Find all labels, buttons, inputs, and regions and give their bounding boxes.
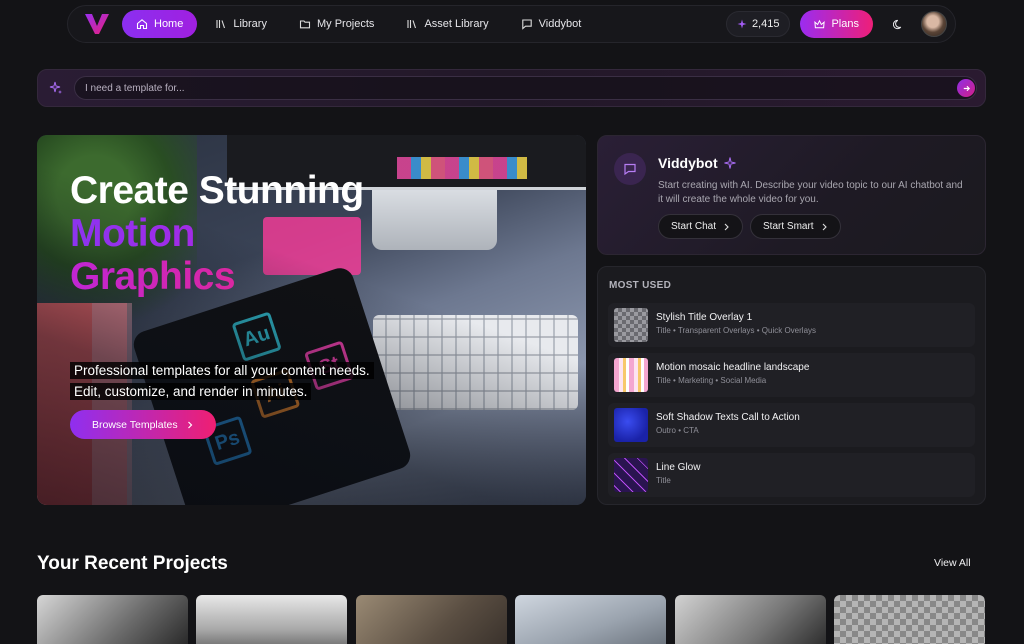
nav-asset-library-label: Asset Library	[424, 18, 489, 30]
recent-projects-title: Your Recent Projects	[37, 553, 228, 574]
most-used-panel: MOST USED Stylish Title Overlay 1 Title …	[597, 266, 986, 505]
nav-home-label: Home	[154, 18, 184, 30]
browse-templates-button[interactable]: Browse Templates	[70, 410, 216, 439]
template-name: Soft Shadow Texts Call to Action	[656, 412, 800, 423]
hero-description: Professional templates for all your cont…	[70, 360, 400, 402]
viddybot-description: Start creating with AI. Describe your vi…	[658, 180, 963, 205]
hero-banner: Au Ai St Ps Create Stunning Motion Graph…	[37, 135, 586, 505]
start-smart-button[interactable]: Start Smart	[750, 214, 841, 239]
project-card[interactable]	[675, 595, 826, 644]
viddybot-title: Viddybot	[658, 155, 736, 171]
nav-my-projects-label: My Projects	[316, 18, 375, 30]
theme-toggle[interactable]	[887, 13, 909, 35]
most-used-item[interactable]: Stylish Title Overlay 1 Title • Transpar…	[608, 303, 975, 347]
browse-templates-label: Browse Templates	[92, 418, 178, 431]
nav-library-label: Library	[233, 18, 267, 30]
chevron-right-icon	[724, 223, 729, 230]
logo-icon	[85, 14, 109, 34]
credits-count: 2,415	[751, 18, 780, 30]
template-tags: Title • Marketing • Social Media	[656, 376, 767, 385]
nav-asset-library[interactable]: Asset Library	[392, 10, 502, 38]
library-icon	[216, 20, 226, 29]
hero-title-line2: Motion	[70, 212, 364, 255]
most-used-heading: MOST USED	[609, 280, 672, 291]
most-used-item[interactable]: Line Glow Title	[608, 453, 975, 497]
folder-icon	[299, 20, 311, 29]
avatar[interactable]	[921, 11, 947, 37]
template-search-input[interactable]: I need a template for...	[74, 76, 977, 100]
nav-viddybot[interactable]: Viddybot	[507, 10, 596, 38]
view-all-link[interactable]: View All	[934, 557, 971, 569]
project-card[interactable]	[515, 595, 666, 644]
template-tags: Outro • CTA	[656, 426, 699, 435]
submit-prompt-button[interactable]	[957, 79, 975, 97]
sparkle-icon	[737, 19, 747, 29]
template-tags: Title	[656, 476, 671, 485]
viddybot-chat-icon	[614, 153, 646, 185]
most-used-item[interactable]: Motion mosaic headline landscape Title •…	[608, 353, 975, 397]
sparkle-icon	[46, 78, 66, 98]
plans-button[interactable]: Plans	[800, 10, 873, 38]
nav-my-projects[interactable]: My Projects	[285, 10, 388, 38]
ai-prompt-bar: I need a template for...	[37, 69, 986, 107]
most-used-item[interactable]: Soft Shadow Texts Call to Action Outro •…	[608, 403, 975, 447]
crown-icon	[814, 19, 826, 28]
hero-title-line3: Graphics	[70, 255, 364, 298]
hero-title: Create Stunning Motion Graphics	[70, 169, 364, 298]
template-search-placeholder: I need a template for...	[85, 82, 185, 94]
project-card[interactable]	[356, 595, 507, 644]
template-thumbnail	[614, 458, 648, 492]
plans-label: Plans	[831, 18, 859, 30]
template-thumbnail	[614, 308, 648, 342]
template-name: Line Glow	[656, 462, 701, 473]
viddybot-title-text: Viddybot	[658, 155, 718, 171]
template-thumbnail	[614, 408, 648, 442]
start-chat-label: Start Chat	[671, 221, 717, 232]
brand-logo[interactable]	[82, 9, 112, 39]
hero-title-line1: Create Stunning	[70, 169, 364, 212]
nav-viddybot-label: Viddybot	[538, 18, 582, 30]
project-card[interactable]	[37, 595, 188, 644]
hero-description-text: Professional templates for all your cont…	[70, 362, 374, 400]
project-card[interactable]	[196, 595, 347, 644]
sparkle-icon	[724, 157, 736, 169]
chevron-right-icon	[822, 223, 827, 230]
chat-icon	[521, 19, 532, 30]
home-icon	[136, 19, 148, 30]
top-nav: Home Library My Projects Asset Library V…	[67, 5, 956, 43]
nav-home[interactable]: Home	[122, 10, 198, 38]
nav-library[interactable]: Library	[201, 10, 281, 38]
template-tags: Title • Transparent Overlays • Quick Ove…	[656, 326, 817, 335]
template-name: Stylish Title Overlay 1	[656, 312, 753, 323]
template-name: Motion mosaic headline landscape	[656, 362, 810, 373]
viddybot-card: Viddybot Start creating with AI. Describ…	[597, 135, 986, 255]
arrow-right-icon	[963, 85, 970, 91]
chevron-right-icon	[187, 421, 192, 428]
project-card[interactable]	[834, 595, 985, 644]
start-chat-button[interactable]: Start Chat	[658, 214, 744, 239]
start-smart-label: Start Smart	[763, 221, 814, 232]
library-icon	[407, 20, 417, 29]
template-thumbnail	[614, 358, 648, 392]
credits-badge[interactable]: 2,415	[725, 11, 791, 37]
moon-icon	[892, 19, 901, 29]
